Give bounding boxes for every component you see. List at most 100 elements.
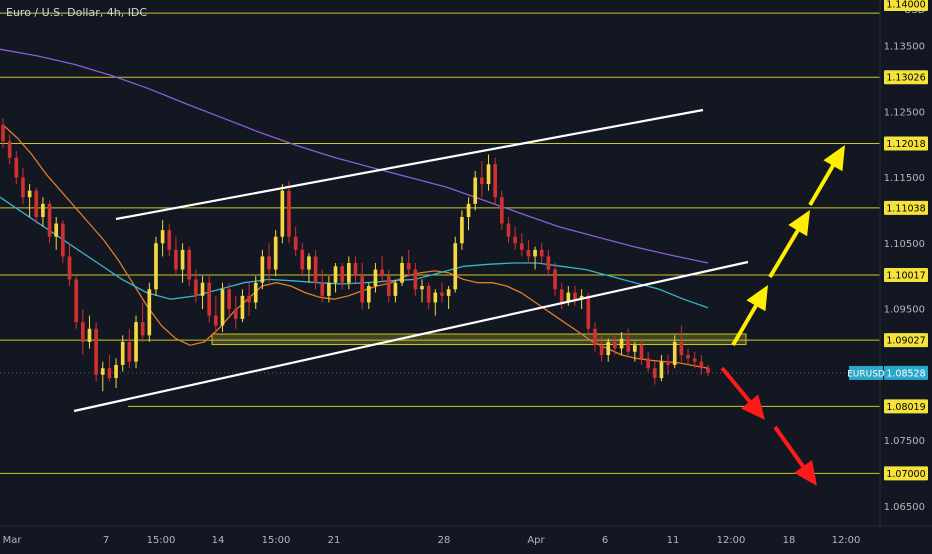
candle-body[interactable] bbox=[7, 141, 12, 158]
candle-body[interactable] bbox=[519, 243, 524, 250]
candle-body[interactable] bbox=[706, 368, 710, 373]
candle-body[interactable] bbox=[200, 282, 205, 296]
candle-body[interactable] bbox=[147, 289, 152, 336]
candle-body[interactable] bbox=[626, 338, 631, 352]
candle-body[interactable] bbox=[513, 236, 517, 244]
candle-body[interactable] bbox=[692, 358, 697, 362]
candle-body[interactable] bbox=[293, 236, 298, 250]
candle-body[interactable] bbox=[672, 341, 677, 365]
candle-body[interactable] bbox=[114, 364, 118, 379]
candle-body[interactable] bbox=[260, 256, 265, 283]
candle-body[interactable] bbox=[54, 223, 59, 237]
candle-body[interactable] bbox=[466, 203, 471, 217]
candle-body[interactable] bbox=[373, 269, 378, 287]
candle-body[interactable] bbox=[539, 249, 544, 257]
candle-body[interactable] bbox=[120, 341, 125, 365]
candle-body[interactable] bbox=[140, 322, 145, 336]
candle-body[interactable] bbox=[400, 263, 404, 283]
candle-body[interactable] bbox=[586, 295, 591, 329]
candle-body[interactable] bbox=[253, 282, 258, 303]
candle-body[interactable] bbox=[180, 249, 185, 270]
candle-body[interactable] bbox=[194, 279, 198, 296]
candle-body[interactable] bbox=[593, 328, 597, 346]
candle-body[interactable] bbox=[413, 269, 418, 290]
candle-body[interactable] bbox=[639, 345, 644, 359]
candle-body[interactable] bbox=[506, 223, 511, 237]
candle-body[interactable] bbox=[333, 266, 338, 283]
candle-body[interactable] bbox=[94, 328, 98, 375]
price-chart[interactable]: 1.13500 1.12500 1.11500 1.10500 1.09500 1.085… bbox=[0, 0, 932, 550]
candle-body[interactable] bbox=[280, 190, 285, 237]
chart-area[interactable]: 1.13500 1.12500 1.11500 1.10500 1.09500 1.085… bbox=[0, 0, 932, 550]
candle-body[interactable] bbox=[167, 230, 172, 250]
candle-body[interactable] bbox=[347, 263, 351, 283]
candle-body[interactable] bbox=[41, 203, 45, 217]
candle-body[interactable] bbox=[559, 289, 564, 303]
candle-body[interactable] bbox=[21, 177, 25, 198]
candle-body[interactable] bbox=[666, 361, 670, 365]
candle-body[interactable] bbox=[499, 197, 504, 224]
candle-body[interactable] bbox=[633, 345, 637, 352]
candle-body[interactable] bbox=[247, 295, 251, 303]
candle-body[interactable] bbox=[34, 190, 39, 217]
candle-body[interactable] bbox=[659, 361, 664, 379]
candle-body[interactable] bbox=[380, 269, 384, 277]
candle-body[interactable] bbox=[473, 177, 478, 204]
candle-body[interactable] bbox=[699, 361, 704, 369]
candle-body[interactable] bbox=[87, 328, 92, 342]
candle-body[interactable] bbox=[227, 289, 231, 310]
candle-body[interactable] bbox=[606, 341, 611, 356]
candle-body[interactable] bbox=[187, 249, 192, 280]
candle-body[interactable] bbox=[486, 164, 491, 185]
candle-body[interactable] bbox=[134, 322, 138, 362]
candle-body[interactable] bbox=[273, 236, 278, 270]
candle-body[interactable] bbox=[80, 322, 85, 342]
candle-body[interactable] bbox=[107, 368, 112, 379]
candle-body[interactable] bbox=[553, 269, 557, 290]
candle-body[interactable] bbox=[100, 368, 105, 375]
candle-body[interactable] bbox=[619, 338, 624, 349]
candle-body[interactable] bbox=[386, 276, 391, 296]
candle-body[interactable] bbox=[526, 249, 531, 257]
candle-body[interactable] bbox=[313, 256, 318, 283]
candle-body[interactable] bbox=[240, 295, 245, 319]
candle-body[interactable] bbox=[174, 249, 178, 270]
candle-body[interactable] bbox=[287, 190, 291, 237]
candle-body[interactable] bbox=[420, 286, 424, 290]
candle-body[interactable] bbox=[393, 282, 398, 296]
candle-body[interactable] bbox=[207, 282, 212, 316]
candle-body[interactable] bbox=[160, 230, 165, 244]
candle-body[interactable] bbox=[214, 315, 218, 326]
candle-body[interactable] bbox=[533, 249, 537, 257]
candle-body[interactable] bbox=[493, 164, 497, 198]
candle-body[interactable] bbox=[613, 341, 617, 349]
candle-body[interactable] bbox=[1, 124, 5, 142]
candle-body[interactable] bbox=[460, 216, 464, 244]
candle-body[interactable] bbox=[327, 282, 331, 296]
candle-body[interactable] bbox=[646, 358, 650, 369]
candle-body[interactable] bbox=[300, 249, 305, 270]
candle-body[interactable] bbox=[353, 263, 358, 277]
candle-body[interactable] bbox=[154, 243, 158, 290]
candle-body[interactable] bbox=[453, 243, 458, 290]
candle-body[interactable] bbox=[480, 177, 484, 185]
candle-body[interactable] bbox=[426, 286, 431, 303]
candle-body[interactable] bbox=[67, 256, 72, 280]
candle-body[interactable] bbox=[47, 203, 52, 237]
candle-body[interactable] bbox=[679, 341, 684, 356]
symbol-title[interactable]: Euro / U.S. Dollar, 4h, IDC bbox=[6, 6, 147, 19]
candle-body[interactable] bbox=[14, 157, 19, 178]
candle-body[interactable] bbox=[27, 190, 32, 198]
candle-body[interactable] bbox=[546, 256, 551, 270]
candle-body[interactable] bbox=[307, 256, 311, 270]
candle-body[interactable] bbox=[267, 256, 271, 270]
support-zone[interactable] bbox=[211, 333, 747, 346]
candle-body[interactable] bbox=[74, 279, 78, 323]
candle-body[interactable] bbox=[599, 345, 604, 356]
candle-body[interactable] bbox=[360, 276, 364, 303]
candle-body[interactable] bbox=[686, 355, 690, 359]
candle-body[interactable] bbox=[652, 368, 657, 379]
candle-body[interactable] bbox=[61, 223, 65, 257]
candle-body[interactable] bbox=[366, 286, 371, 303]
candle-body[interactable] bbox=[440, 292, 444, 296]
